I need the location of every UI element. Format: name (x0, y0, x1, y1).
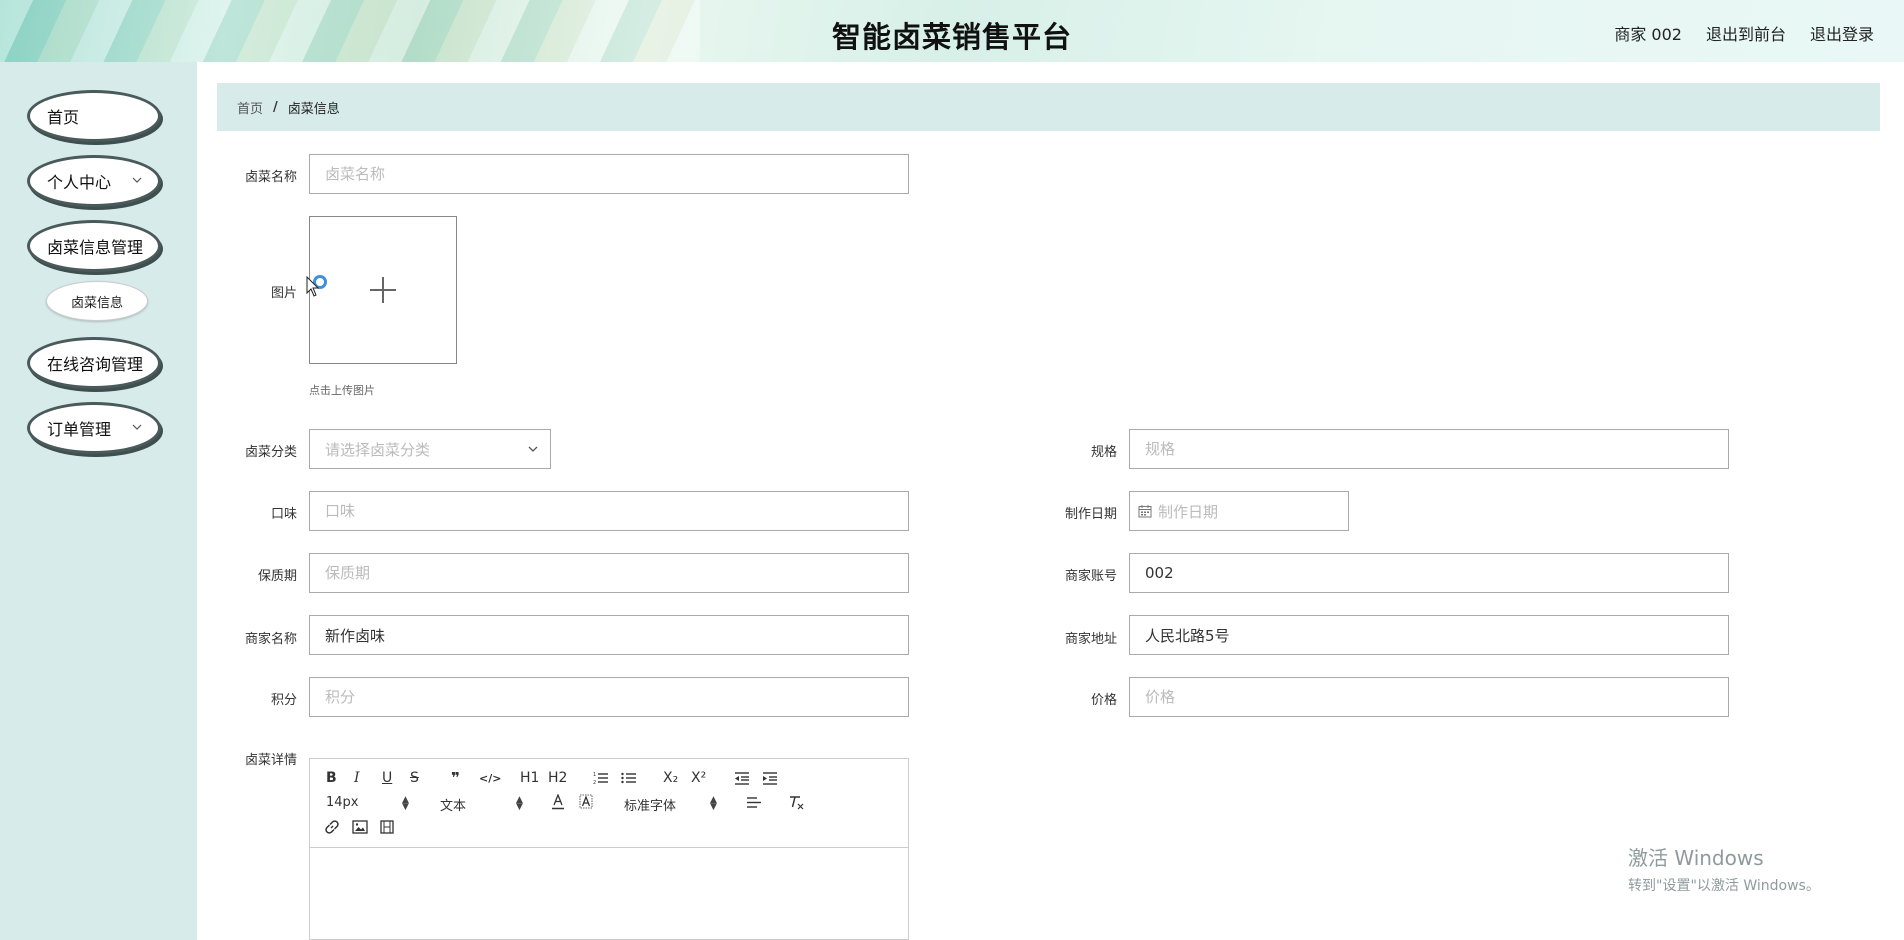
font-size-value: 14px (326, 795, 359, 810)
back-to-front-link[interactable]: 退出到前台 (1706, 21, 1786, 45)
editor-toolbar: B I U S ❞ </> H1 H2 12 X₂ X² 14px ▲ ▼ 文本… (310, 759, 908, 848)
font-size-select[interactable]: 14px ▲ ▼ (326, 795, 411, 812)
header1-button[interactable]: H1 (520, 770, 539, 786)
font-family-select[interactable]: 标准字体 ▲ ▼ (624, 795, 719, 815)
shelf-life-input[interactable] (309, 553, 909, 593)
strikethrough-button[interactable]: S (410, 770, 419, 786)
taste-input[interactable] (309, 491, 909, 531)
category-label: 卤菜分类 (244, 445, 297, 460)
sidebar-item-label: 卤菜信息 (70, 295, 123, 311)
header: 智能卤菜销售平台 商家 002 退出到前台 退出登录 (0, 0, 1904, 62)
image-icon[interactable] (352, 820, 368, 834)
name-input[interactable] (309, 154, 909, 194)
sidebar: 首页 个人中心 卤菜信息管理 卤菜信息 在线咨询管理 订单管理 (0, 62, 197, 940)
code-block-button[interactable]: </> (479, 771, 501, 787)
sidebar-subitem-product-info[interactable]: 卤菜信息 (46, 281, 148, 321)
upload-hint: 点击上传图片 (309, 384, 375, 397)
clear-format-icon[interactable] (788, 795, 804, 810)
make-date-picker[interactable]: 制作日期 (1129, 491, 1349, 531)
svg-text:1: 1 (593, 772, 596, 778)
points-input[interactable] (309, 677, 909, 717)
category-select[interactable]: 请选择卤菜分类 (309, 429, 551, 469)
plus-icon (370, 277, 396, 303)
chevron-down-icon (132, 176, 142, 187)
name-label: 卤菜名称 (244, 170, 297, 185)
image-label: 图片 (270, 286, 297, 301)
spec-input[interactable] (1129, 429, 1729, 469)
header2-button[interactable]: H2 (548, 770, 567, 786)
taste-label: 口味 (270, 507, 297, 522)
chevron-down-icon (132, 423, 142, 434)
block-type-value: 文本 (440, 799, 467, 814)
ordered-list-icon[interactable]: 12 (593, 771, 609, 785)
points-label: 积分 (270, 693, 297, 708)
link-icon[interactable] (324, 819, 340, 835)
sidebar-item-label: 首页 (47, 108, 80, 127)
indent-icon[interactable] (762, 771, 778, 785)
blockquote-button[interactable]: ❞ (451, 770, 460, 786)
select-arrows-icon: ▲ ▼ (710, 795, 717, 812)
calendar-icon (1138, 505, 1152, 518)
watermark-line1: 激活 Windows (1628, 846, 1764, 870)
underline-button[interactable]: U (382, 770, 392, 786)
breadcrumb: 首页 / 卤菜信息 (217, 83, 1880, 131)
shelf-life-label: 保质期 (257, 569, 297, 584)
svg-text:2: 2 (593, 780, 596, 785)
video-icon[interactable] (380, 820, 394, 834)
make-date-label: 制作日期 (1064, 507, 1117, 522)
merchant-address-input[interactable] (1129, 615, 1729, 655)
sidebar-item-label: 个人中心 (47, 173, 112, 192)
background-color-icon[interactable] (579, 794, 593, 810)
make-date-placeholder: 制作日期 (1158, 502, 1219, 521)
outdent-icon[interactable] (734, 771, 750, 785)
breadcrumb-home[interactable]: 首页 (237, 98, 263, 117)
select-arrows-icon: ▲ ▼ (516, 795, 523, 812)
align-icon[interactable] (746, 796, 762, 809)
select-arrows-icon: ▲ ▼ (402, 795, 409, 812)
spec-label: 规格 (1090, 445, 1117, 460)
editor-content-area[interactable] (310, 848, 908, 940)
chevron-down-icon (528, 446, 538, 452)
sidebar-item-order-management[interactable]: 订单管理 (27, 402, 161, 454)
breadcrumb-separator: / (273, 99, 278, 115)
merchant-account-label: 商家账号 (1064, 569, 1117, 584)
logout-link[interactable]: 退出登录 (1810, 21, 1874, 45)
italic-button[interactable]: I (354, 770, 360, 786)
merchant-account-input[interactable] (1129, 553, 1729, 593)
sidebar-item-consult-management[interactable]: 在线咨询管理 (27, 337, 161, 389)
bold-button[interactable]: B (326, 770, 337, 786)
sidebar-item-label: 卤菜信息管理 (47, 238, 144, 257)
merchant-name-label: 商家名称 (244, 632, 297, 647)
subscript-button[interactable]: X₂ (663, 770, 678, 786)
sidebar-item-product-management[interactable]: 卤菜信息管理 (27, 220, 161, 272)
font-color-icon[interactable] (551, 794, 565, 810)
rich-text-editor: B I U S ❞ </> H1 H2 12 X₂ X² 14px ▲ ▼ 文本… (309, 758, 909, 940)
merchant-name-input[interactable] (309, 615, 909, 655)
category-placeholder: 请选择卤菜分类 (325, 440, 431, 459)
current-user: 商家 002 (1614, 25, 1682, 44)
sidebar-item-label: 订单管理 (47, 420, 112, 439)
block-type-select[interactable]: 文本 ▲ ▼ (440, 795, 525, 815)
merchant-address-label: 商家地址 (1064, 632, 1117, 647)
price-input[interactable] (1129, 677, 1729, 717)
mouse-cursor-icon (306, 276, 320, 297)
superscript-button[interactable]: X² (691, 770, 706, 786)
windows-activation-watermark: 激活 Windows 转到"设置"以激活 Windows。 (1628, 842, 1820, 895)
sidebar-item-home[interactable]: 首页 (27, 90, 161, 142)
sidebar-item-personal-center[interactable]: 个人中心 (27, 155, 161, 207)
watermark-line2: 转到"设置"以激活 Windows。 (1628, 878, 1820, 894)
font-family-value: 标准字体 (624, 799, 677, 814)
breadcrumb-current: 卤菜信息 (287, 101, 340, 117)
image-upload-box[interactable] (309, 216, 457, 364)
bullet-list-icon[interactable] (621, 771, 637, 785)
sidebar-item-label: 在线咨询管理 (47, 355, 144, 374)
header-nav: 商家 002 退出到前台 退出登录 (1614, 21, 1874, 45)
price-label: 价格 (1090, 693, 1117, 708)
detail-label: 卤菜详情 (244, 753, 297, 768)
